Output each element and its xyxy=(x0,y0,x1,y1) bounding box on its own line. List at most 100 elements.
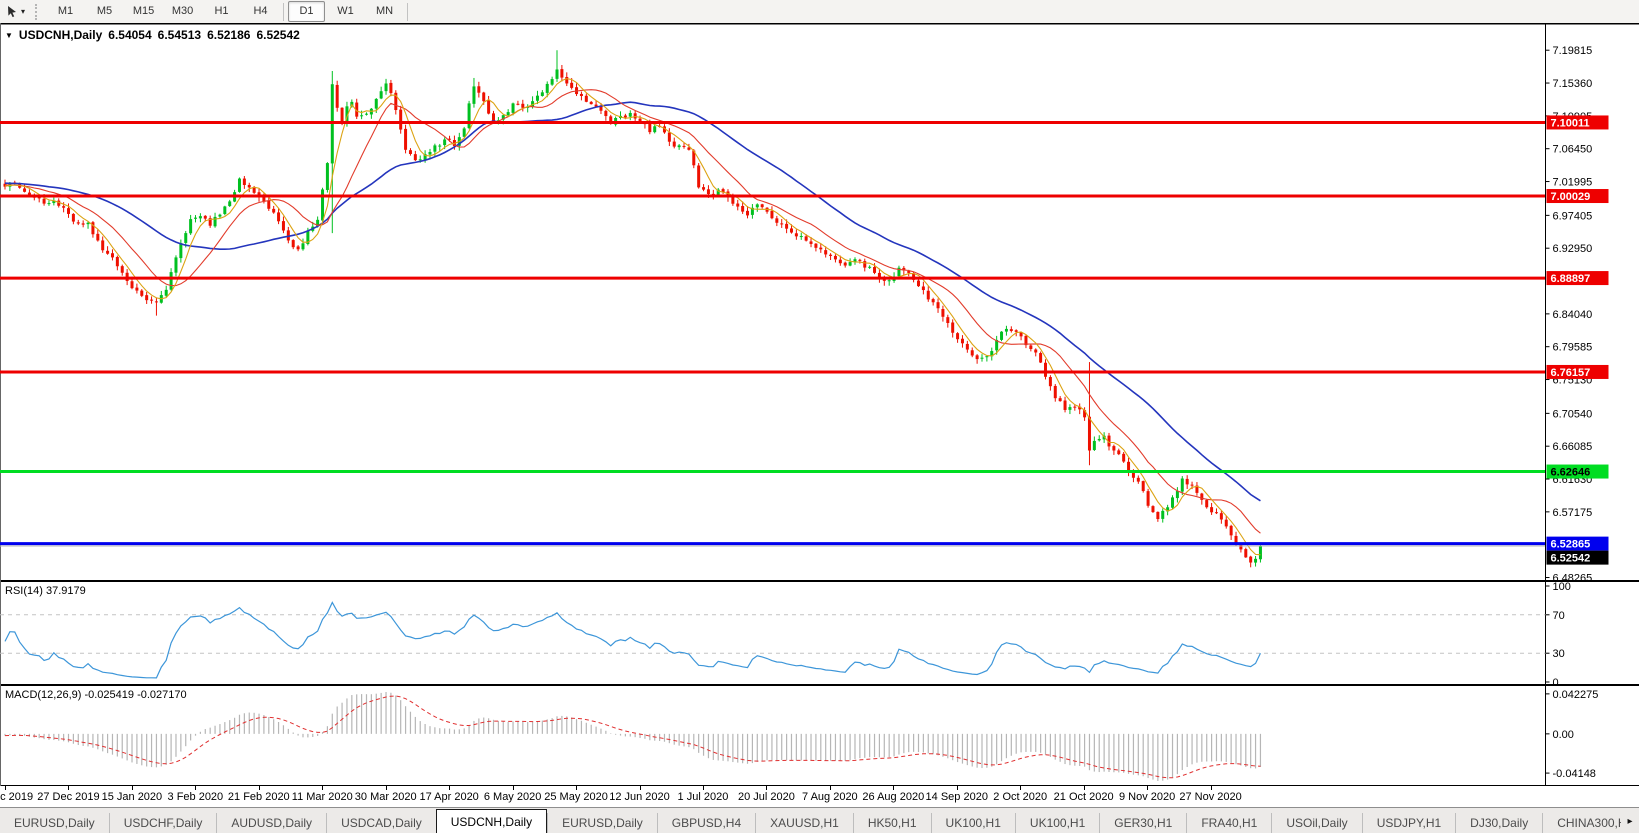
svg-text:0.00: 0.00 xyxy=(1553,729,1574,741)
timeframe-button-w1[interactable]: W1 xyxy=(327,1,364,22)
date-tick xyxy=(956,786,958,790)
date-tick xyxy=(1210,786,1212,790)
chart-window: 7.198157.153607.109057.064507.019956.974… xyxy=(0,23,1639,809)
date-tick xyxy=(1147,786,1149,790)
svg-text:7.01995: 7.01995 xyxy=(1553,177,1593,189)
chart-tab-audusd-daily[interactable]: AUDUSD,Daily xyxy=(216,813,326,833)
chart-tab-fra40-h1[interactable]: FRA40,H1 xyxy=(1186,813,1271,833)
svg-text:7.15360: 7.15360 xyxy=(1553,78,1593,90)
date-tick xyxy=(1020,786,1022,790)
date-label: 27 Nov 2020 xyxy=(1179,791,1242,803)
chart-tab-xauusd-h1[interactable]: XAUUSD,H1 xyxy=(755,813,853,833)
svg-text:7.00029: 7.00029 xyxy=(1551,191,1591,203)
svg-text:-0.04148: -0.04148 xyxy=(1553,768,1596,780)
chart-tab-bar: EURUSD,Daily USDCHF,Daily AUDUSD,Daily USDC… xyxy=(0,807,1639,833)
svg-text:7.06450: 7.06450 xyxy=(1553,144,1593,156)
chart-tab-hk50-h1[interactable]: HK50,H1 xyxy=(852,813,931,833)
svg-text:100: 100 xyxy=(1553,581,1571,593)
svg-text:7.10011: 7.10011 xyxy=(1551,117,1590,129)
chart-tab-gbpusd-h4[interactable]: GBPUSD,H4 xyxy=(656,813,755,833)
price-level-tag-6.76157: 6.76157 xyxy=(1546,364,1609,379)
svg-text:6.52865: 6.52865 xyxy=(1551,539,1591,551)
date-tick xyxy=(5,786,6,790)
timeframe-button-d1[interactable]: D1 xyxy=(288,1,326,22)
svg-text:6.76157: 6.76157 xyxy=(1551,367,1591,379)
svg-text:0.042275: 0.042275 xyxy=(1553,689,1599,701)
svg-text:6.97405: 6.97405 xyxy=(1553,210,1593,222)
date-tick xyxy=(68,786,70,790)
date-tick xyxy=(195,786,197,790)
chart-tab-ger30-h1[interactable]: GER30,H1 xyxy=(1099,813,1186,833)
date-label: 9 Nov 2020 xyxy=(1118,791,1176,803)
chart-tab-china300-h1[interactable]: CHINA300,H1 xyxy=(1542,813,1621,833)
chart-tab-usdcad-daily[interactable]: USDCAD,Daily xyxy=(326,813,436,833)
timeframe-button-h1[interactable]: H1 xyxy=(203,1,240,22)
svg-text:6.79585: 6.79585 xyxy=(1553,342,1593,354)
svg-text:6.62646: 6.62646 xyxy=(1551,467,1591,479)
date-label: 12 Jun 2020 xyxy=(609,791,670,803)
date-tick xyxy=(576,786,578,790)
timeframe-button-group: M1 M5 M15 M30 H1 H4 D1 W1 MN xyxy=(46,0,411,23)
date-label: 21 Oct 2020 xyxy=(1053,791,1114,803)
chart-tab-uk100-h1[interactable]: UK100,H1 xyxy=(1014,813,1099,833)
chart-tab-usdcnh-daily[interactable]: USDCNH,Daily xyxy=(435,809,548,833)
date-axis[interactable]: 9 Dec 201927 Dec 201915 Jan 2020 3 Feb 20… xyxy=(0,786,1639,809)
current-price-tag: 6.52542 xyxy=(1546,550,1609,565)
chart-canvas[interactable]: 7.198157.153607.109057.064507.019956.974… xyxy=(0,23,1639,786)
date-tick xyxy=(829,786,831,790)
chart-tab-eurusd-daily[interactable]: EURUSD,Daily xyxy=(0,813,109,833)
svg-text:6.66085: 6.66085 xyxy=(1553,441,1593,453)
price-level-tag-7.10011: 7.10011 xyxy=(1546,115,1609,130)
toolbar-grip[interactable] xyxy=(35,3,42,20)
date-tick xyxy=(639,786,641,790)
date-tick xyxy=(449,786,451,790)
svg-text:6.88897: 6.88897 xyxy=(1551,273,1591,285)
price-chart-area[interactable] xyxy=(0,25,1546,580)
date-label: 30 Mar 2020 xyxy=(354,791,417,803)
macd-panel-area[interactable] xyxy=(0,686,1546,785)
date-label: 14 Sep 2020 xyxy=(925,791,988,803)
timeframe-button-m5[interactable]: M5 xyxy=(86,1,123,22)
svg-text:7.19815: 7.19815 xyxy=(1553,45,1593,57)
date-tick xyxy=(702,786,704,790)
date-label: 11 Mar 2020 xyxy=(291,791,353,803)
svg-text:70: 70 xyxy=(1553,610,1565,622)
timeframe-button-h4[interactable]: H4 xyxy=(242,1,279,22)
chart-tab-eurusd-daily[interactable]: EURUSD,Daily xyxy=(547,813,657,833)
cursor-tool-caret-icon[interactable]: ▾ xyxy=(21,7,25,16)
cursor-tool-button[interactable]: ▾ xyxy=(0,0,31,23)
date-tick xyxy=(322,786,324,790)
date-tick xyxy=(385,786,387,790)
cursor-arrow-icon xyxy=(8,6,16,18)
date-tick xyxy=(131,786,133,790)
tab-scroll-right-icon[interactable]: ▸ xyxy=(1621,808,1639,833)
timeframe-button-m15[interactable]: M15 xyxy=(125,1,162,22)
price-level-tag-6.62646: 6.62646 xyxy=(1546,464,1609,479)
chart-tab-uk100-h1[interactable]: UK100,H1 xyxy=(930,813,1015,833)
chart-tab-usoil-daily[interactable]: USOil,Daily xyxy=(1271,813,1361,833)
svg-text:0: 0 xyxy=(1553,677,1559,689)
date-label: 25 May 2020 xyxy=(544,791,608,803)
date-label: 2 Oct 2020 xyxy=(993,791,1048,803)
date-label: 15 Jan 2020 xyxy=(101,791,163,803)
timeframe-button-mn[interactable]: MN xyxy=(366,1,403,22)
toolbar: ▾ M1 M5 M15 M30 H1 H4 D1 W1 MN xyxy=(0,0,1639,24)
svg-text:6.52542: 6.52542 xyxy=(1551,553,1591,565)
date-tick xyxy=(893,786,895,790)
toolbar-separator xyxy=(407,2,409,21)
date-label: 9 Dec 2019 xyxy=(0,791,34,803)
date-tick xyxy=(512,786,514,790)
timeframe-button-m30[interactable]: M30 xyxy=(164,1,201,22)
price-level-tag-6.52865: 6.52865 xyxy=(1546,536,1609,551)
date-label: 17 Apr 2020 xyxy=(419,791,479,803)
date-label: 1 Jul 2020 xyxy=(677,791,729,803)
chart-tab-usdchf-daily[interactable]: USDCHF,Daily xyxy=(108,813,217,833)
timeframe-button-m1[interactable]: M1 xyxy=(47,1,84,22)
chart-tab-dj30-daily[interactable]: DJ30,Daily xyxy=(1455,813,1542,833)
rsi-panel-area[interactable] xyxy=(0,582,1546,684)
date-label: 27 Dec 2019 xyxy=(37,791,100,803)
date-label: 21 Feb 2020 xyxy=(227,791,290,803)
date-label: 7 Aug 2020 xyxy=(802,791,858,803)
chart-tab-usdjpy-h1[interactable]: USDJPY,H1 xyxy=(1361,813,1455,833)
date-tick xyxy=(258,786,260,790)
